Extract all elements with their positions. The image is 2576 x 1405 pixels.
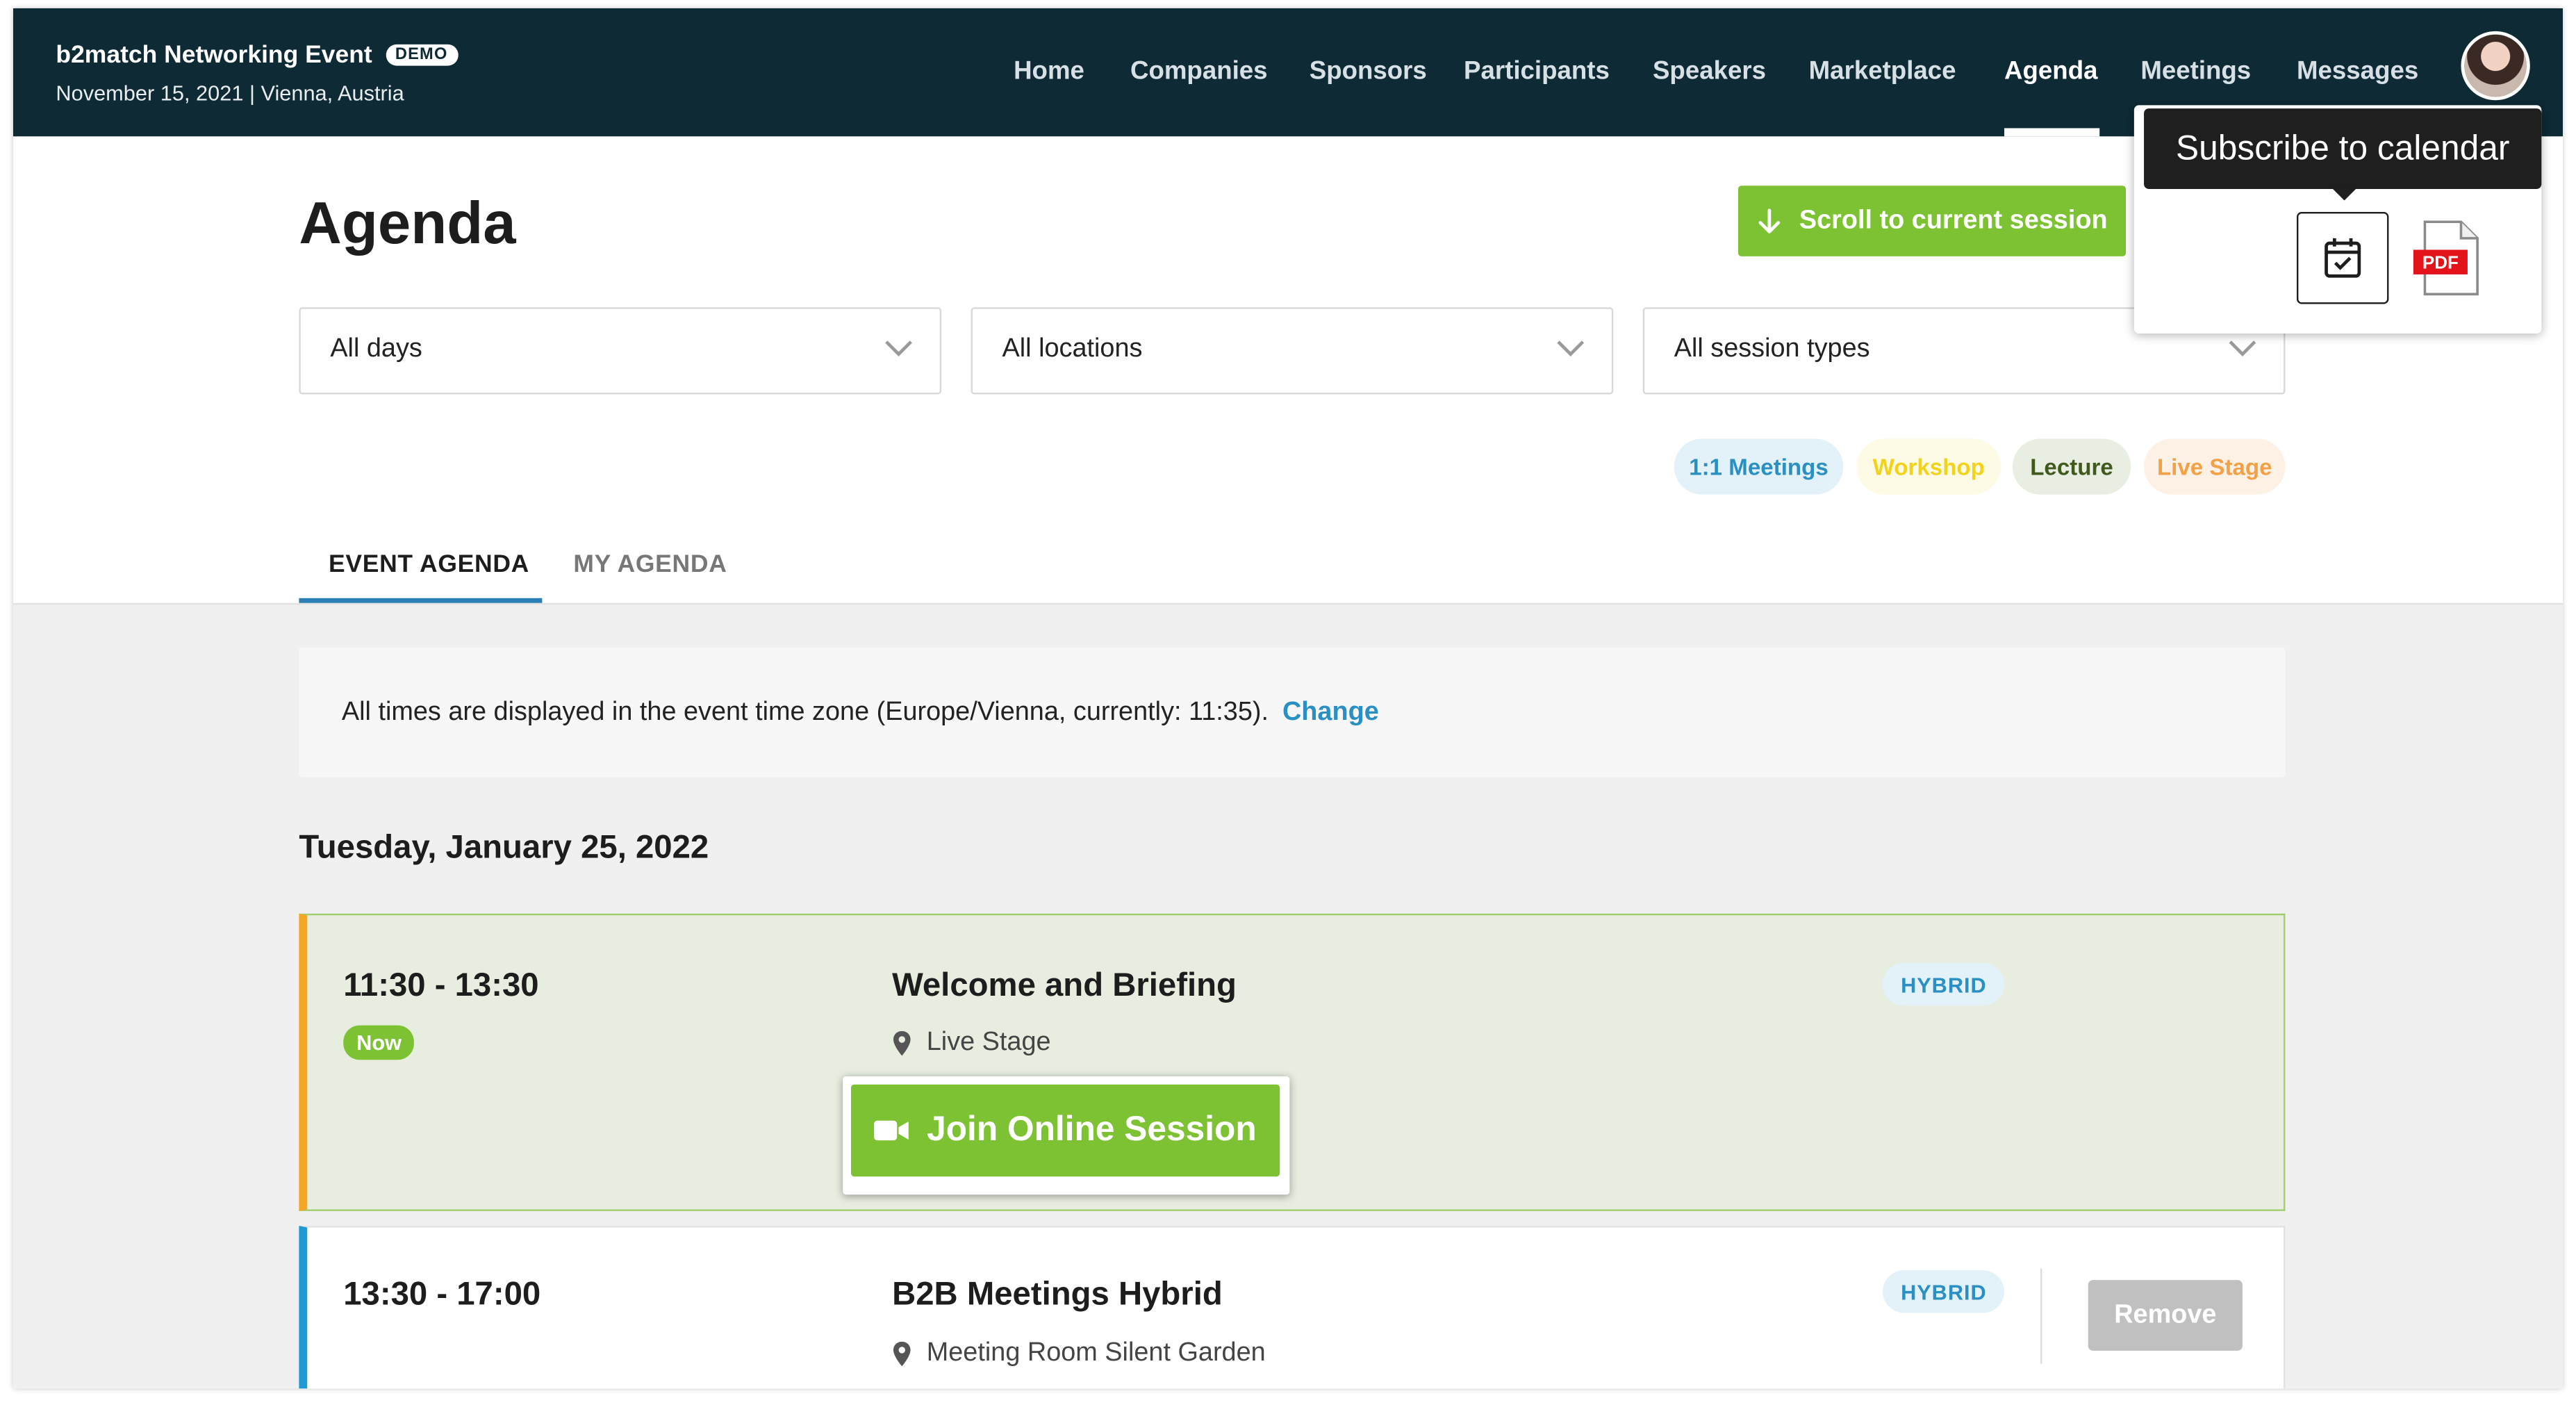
days-filter-select[interactable]: All days [299,307,942,395]
nav-messages[interactable]: Messages [2297,58,2418,88]
session-location-label: Live Stage [926,1028,1051,1057]
now-badge: Now [343,1025,415,1060]
video-camera-icon [874,1120,909,1141]
page-title: Agenda [299,188,516,256]
change-timezone-link[interactable]: Change [1282,698,1379,726]
session-location: Meeting Room Silent Garden [892,1339,1266,1369]
nav-agenda[interactable]: Agenda [2004,58,2097,88]
scroll-button-label: Scroll to current session [1799,206,2108,234]
hybrid-badge: HYBRID [1883,962,2005,1006]
session-time: 13:30 - 17:00 [343,1276,541,1313]
app-window: b2match Networking Event DEMO November 1… [13,8,2563,1389]
session-title[interactable]: Welcome and Briefing [892,968,1237,1005]
subscribe-tooltip: Subscribe to calendar [2144,108,2542,189]
calendar-check-icon [2325,238,2361,278]
hybrid-badge: HYBRID [1883,1270,2005,1313]
event-name: b2match Networking Event [56,41,372,69]
event-date-location: November 15, 2021 | Vienna, Austria [56,80,404,106]
tag-workshop[interactable]: Workshop [1856,438,2001,495]
session-types-filter-value: All session types [1674,335,1870,363]
nav-companies[interactable]: Companies [1130,58,1268,88]
chevron-down-icon [1557,340,1585,356]
nav-home[interactable]: Home [1014,58,1084,88]
nav-sponsors[interactable]: Sponsors [1310,58,1427,88]
map-pin-icon [893,1341,911,1367]
tag-live-stage[interactable]: Live Stage [2144,438,2286,495]
session-card[interactable]: 13:30 - 17:00 B2B Meetings Hybrid Meetin… [299,1226,2286,1389]
demo-badge: DEMO [385,44,458,66]
locations-filter-select[interactable]: All locations [971,307,1614,395]
remove-session-button[interactable]: Remove [2088,1280,2243,1351]
chevron-down-icon [885,340,912,356]
pdf-label: PDF [2422,252,2459,273]
timezone-notice: All times are displayed in the event tim… [299,647,2286,778]
tag-lecture[interactable]: Lecture [2012,438,2131,495]
session-location: Live Stage [892,1028,1051,1058]
subscribe-calendar-button[interactable] [2296,212,2389,304]
session-card[interactable]: 11:30 - 13:30 Now Welcome and Briefing L… [299,913,2286,1211]
map-pin-icon [893,1030,911,1056]
join-button-container: Join Online Session [843,1076,1290,1195]
tab-event-agenda[interactable]: EVENT AGENDA [329,550,529,578]
user-avatar[interactable] [2461,31,2530,101]
session-title[interactable]: B2B Meetings Hybrid [892,1276,1223,1314]
nav-participants[interactable]: Participants [1464,58,1610,88]
days-filter-value: All days [330,335,422,363]
download-pdf-button[interactable]: PDF [2412,219,2484,298]
agenda-date-heading: Tuesday, January 25, 2022 [299,830,709,866]
active-nav-indicator [2004,128,2100,137]
nav-marketplace[interactable]: Marketplace [1809,58,1956,88]
timezone-text: All times are displayed in the event tim… [341,698,1269,727]
arrow-down-icon [1758,208,1781,233]
tag-1-1-meetings[interactable]: 1:1 Meetings [1674,438,1844,495]
locations-filter-value: All locations [1002,335,1143,363]
pdf-file-icon: PDF [2413,220,2479,296]
event-title[interactable]: b2match Networking Event DEMO [56,41,458,69]
action-divider [2040,1268,2042,1364]
active-tab-indicator [299,598,543,603]
join-button-label: Join Online Session [927,1110,1257,1149]
session-location-label: Meeting Room Silent Garden [926,1339,1266,1367]
tooltip-arrow [2331,187,2358,201]
tab-my-agenda[interactable]: MY AGENDA [573,550,727,578]
chevron-down-icon [2229,340,2256,356]
session-time: 11:30 - 13:30 [343,967,539,1004]
nav-meetings[interactable]: Meetings [2140,58,2251,88]
join-online-session-button[interactable]: Join Online Session [850,1084,1280,1177]
nav-speakers[interactable]: Speakers [1653,58,1766,88]
scroll-to-current-session-button[interactable]: Scroll to current session [1737,186,2127,256]
